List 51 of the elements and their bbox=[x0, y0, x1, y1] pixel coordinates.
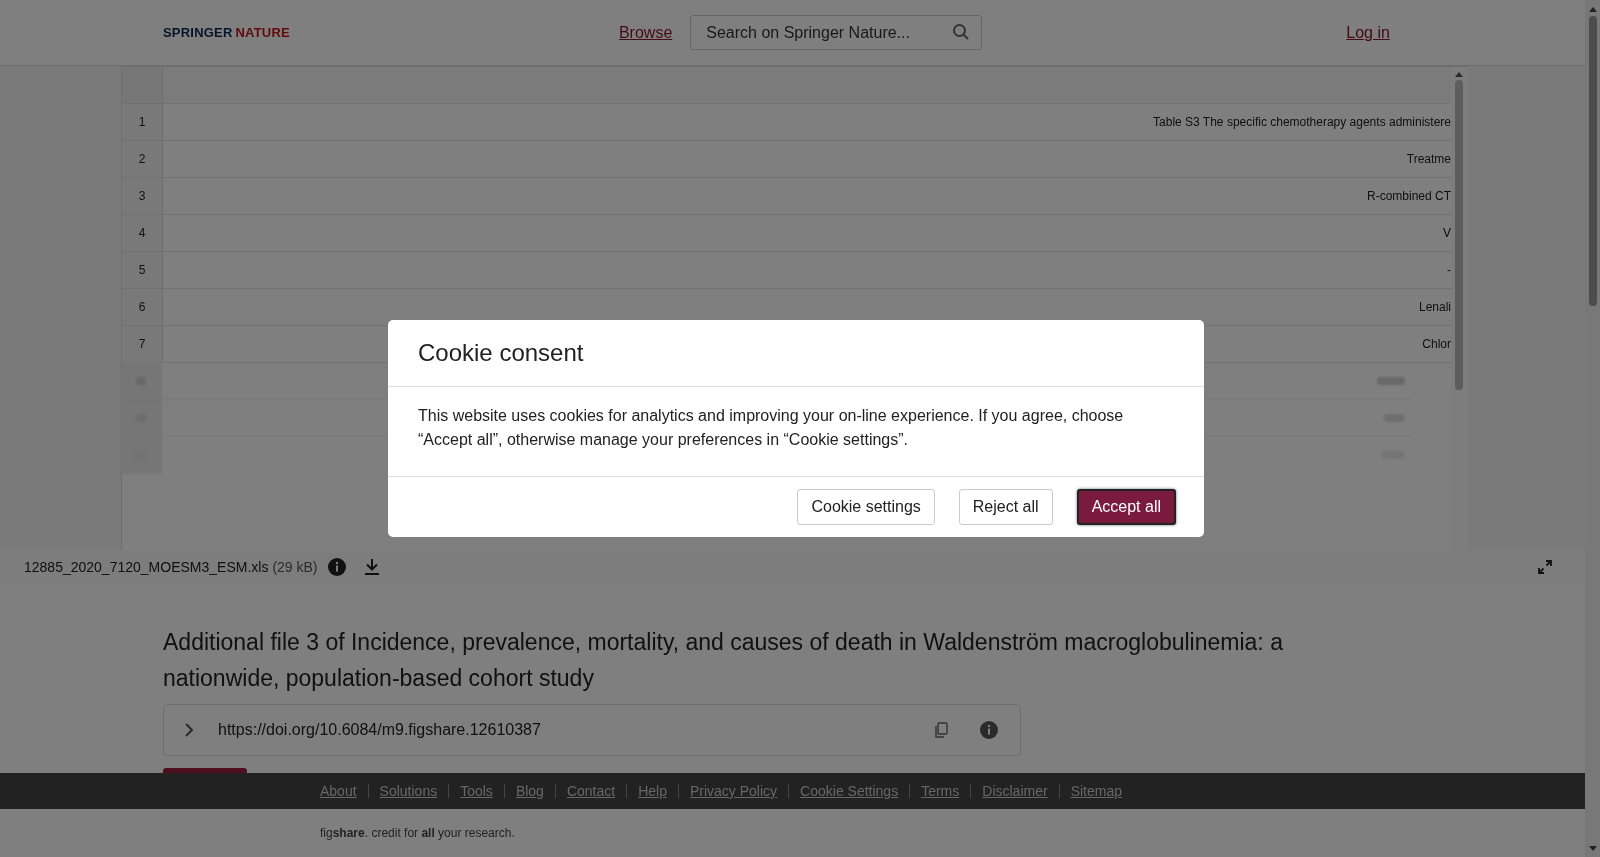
table-cell: - bbox=[1447, 263, 1451, 277]
item-title: Additional file 3 of Incidence, prevalence, mortality, and causes of death in Waldenström macroglobulinemia: a nationwide, population-based cohort study bbox=[163, 628, 1284, 693]
table-cell: Chlor bbox=[1422, 337, 1451, 351]
footer-link[interactable]: Terms bbox=[921, 783, 960, 799]
footer-link[interactable]: Sitemap bbox=[1070, 783, 1122, 799]
search-field[interactable]: Search on Springer Nature... bbox=[690, 15, 983, 50]
table-cell: Treatme bbox=[1406, 152, 1451, 166]
table-cell: V bbox=[1443, 226, 1451, 240]
dialog-text: This website uses cookies for analytics and improving your on-line experience. If you agree, choose “Accept all”, otherwise manage your preferences in “Cookie settings”. bbox=[418, 406, 1125, 450]
dialog-button[interactable]: Cookie settings bbox=[797, 489, 935, 525]
row-number: 3 bbox=[122, 178, 163, 214]
row-number: 1 bbox=[122, 104, 163, 140]
footer-link[interactable]: Disclaimer bbox=[982, 783, 1048, 799]
footer-link[interactable]: Help bbox=[638, 783, 667, 799]
download-icon[interactable] bbox=[363, 558, 380, 576]
scroll-up-icon[interactable] bbox=[1454, 71, 1464, 77]
row-number: 2 bbox=[122, 141, 163, 177]
info-icon[interactable] bbox=[327, 558, 346, 576]
fullscreen-icon[interactable] bbox=[1538, 560, 1552, 574]
page-scrollbar[interactable] bbox=[1585, 0, 1600, 857]
scroll-up-icon[interactable] bbox=[1587, 6, 1598, 12]
dialog-title: Cookie consent bbox=[418, 339, 584, 367]
accept-button[interactable]: Accept all bbox=[1076, 489, 1176, 525]
table-cell: Lenali bbox=[1418, 300, 1451, 314]
footer-link[interactable]: Blog bbox=[515, 783, 544, 799]
row-number: 4 bbox=[122, 215, 163, 251]
info-icon[interactable] bbox=[980, 721, 998, 739]
login-link[interactable]: Log in bbox=[1346, 23, 1390, 42]
footer-link[interactable]: Cookie Settings bbox=[800, 783, 899, 799]
footer-link[interactable]: Tools bbox=[460, 783, 493, 799]
footer-link[interactable]: About bbox=[320, 783, 357, 799]
footer-link[interactable]: Solutions bbox=[379, 783, 438, 799]
row-number: 5 bbox=[122, 252, 163, 288]
scroll-down-icon[interactable] bbox=[1587, 845, 1598, 851]
browse-link[interactable]: Browse bbox=[618, 23, 673, 42]
table-cell: R-combined CT bbox=[1366, 189, 1451, 203]
copy-icon[interactable] bbox=[934, 722, 948, 738]
footer-link[interactable]: Privacy Policy bbox=[689, 783, 778, 799]
dialog-button[interactable]: Reject all bbox=[958, 489, 1053, 525]
file-name: 12885_2020_7120_MOESM3_ESM.xls bbox=[24, 559, 269, 575]
table-cell: Table S3 The specific chemotherapy agents administere bbox=[1153, 115, 1451, 129]
chevron-icon[interactable] bbox=[184, 722, 194, 738]
row-number: 7 bbox=[122, 326, 163, 362]
scrollbar-thumb[interactable] bbox=[1588, 16, 1597, 306]
tagline: figshare. credit for all your research. bbox=[320, 826, 515, 840]
doi-link[interactable]: https://doi.org/10.6084/m9.figshare.12610387 bbox=[218, 721, 934, 739]
springer-nature-logo[interactable]: SPRINGER NATURE bbox=[163, 25, 290, 40]
row-number: 6 bbox=[122, 289, 163, 325]
file-size: (29 kB) bbox=[272, 559, 318, 575]
footer-link[interactable]: Contact bbox=[566, 783, 616, 799]
search-icon[interactable] bbox=[952, 23, 971, 41]
